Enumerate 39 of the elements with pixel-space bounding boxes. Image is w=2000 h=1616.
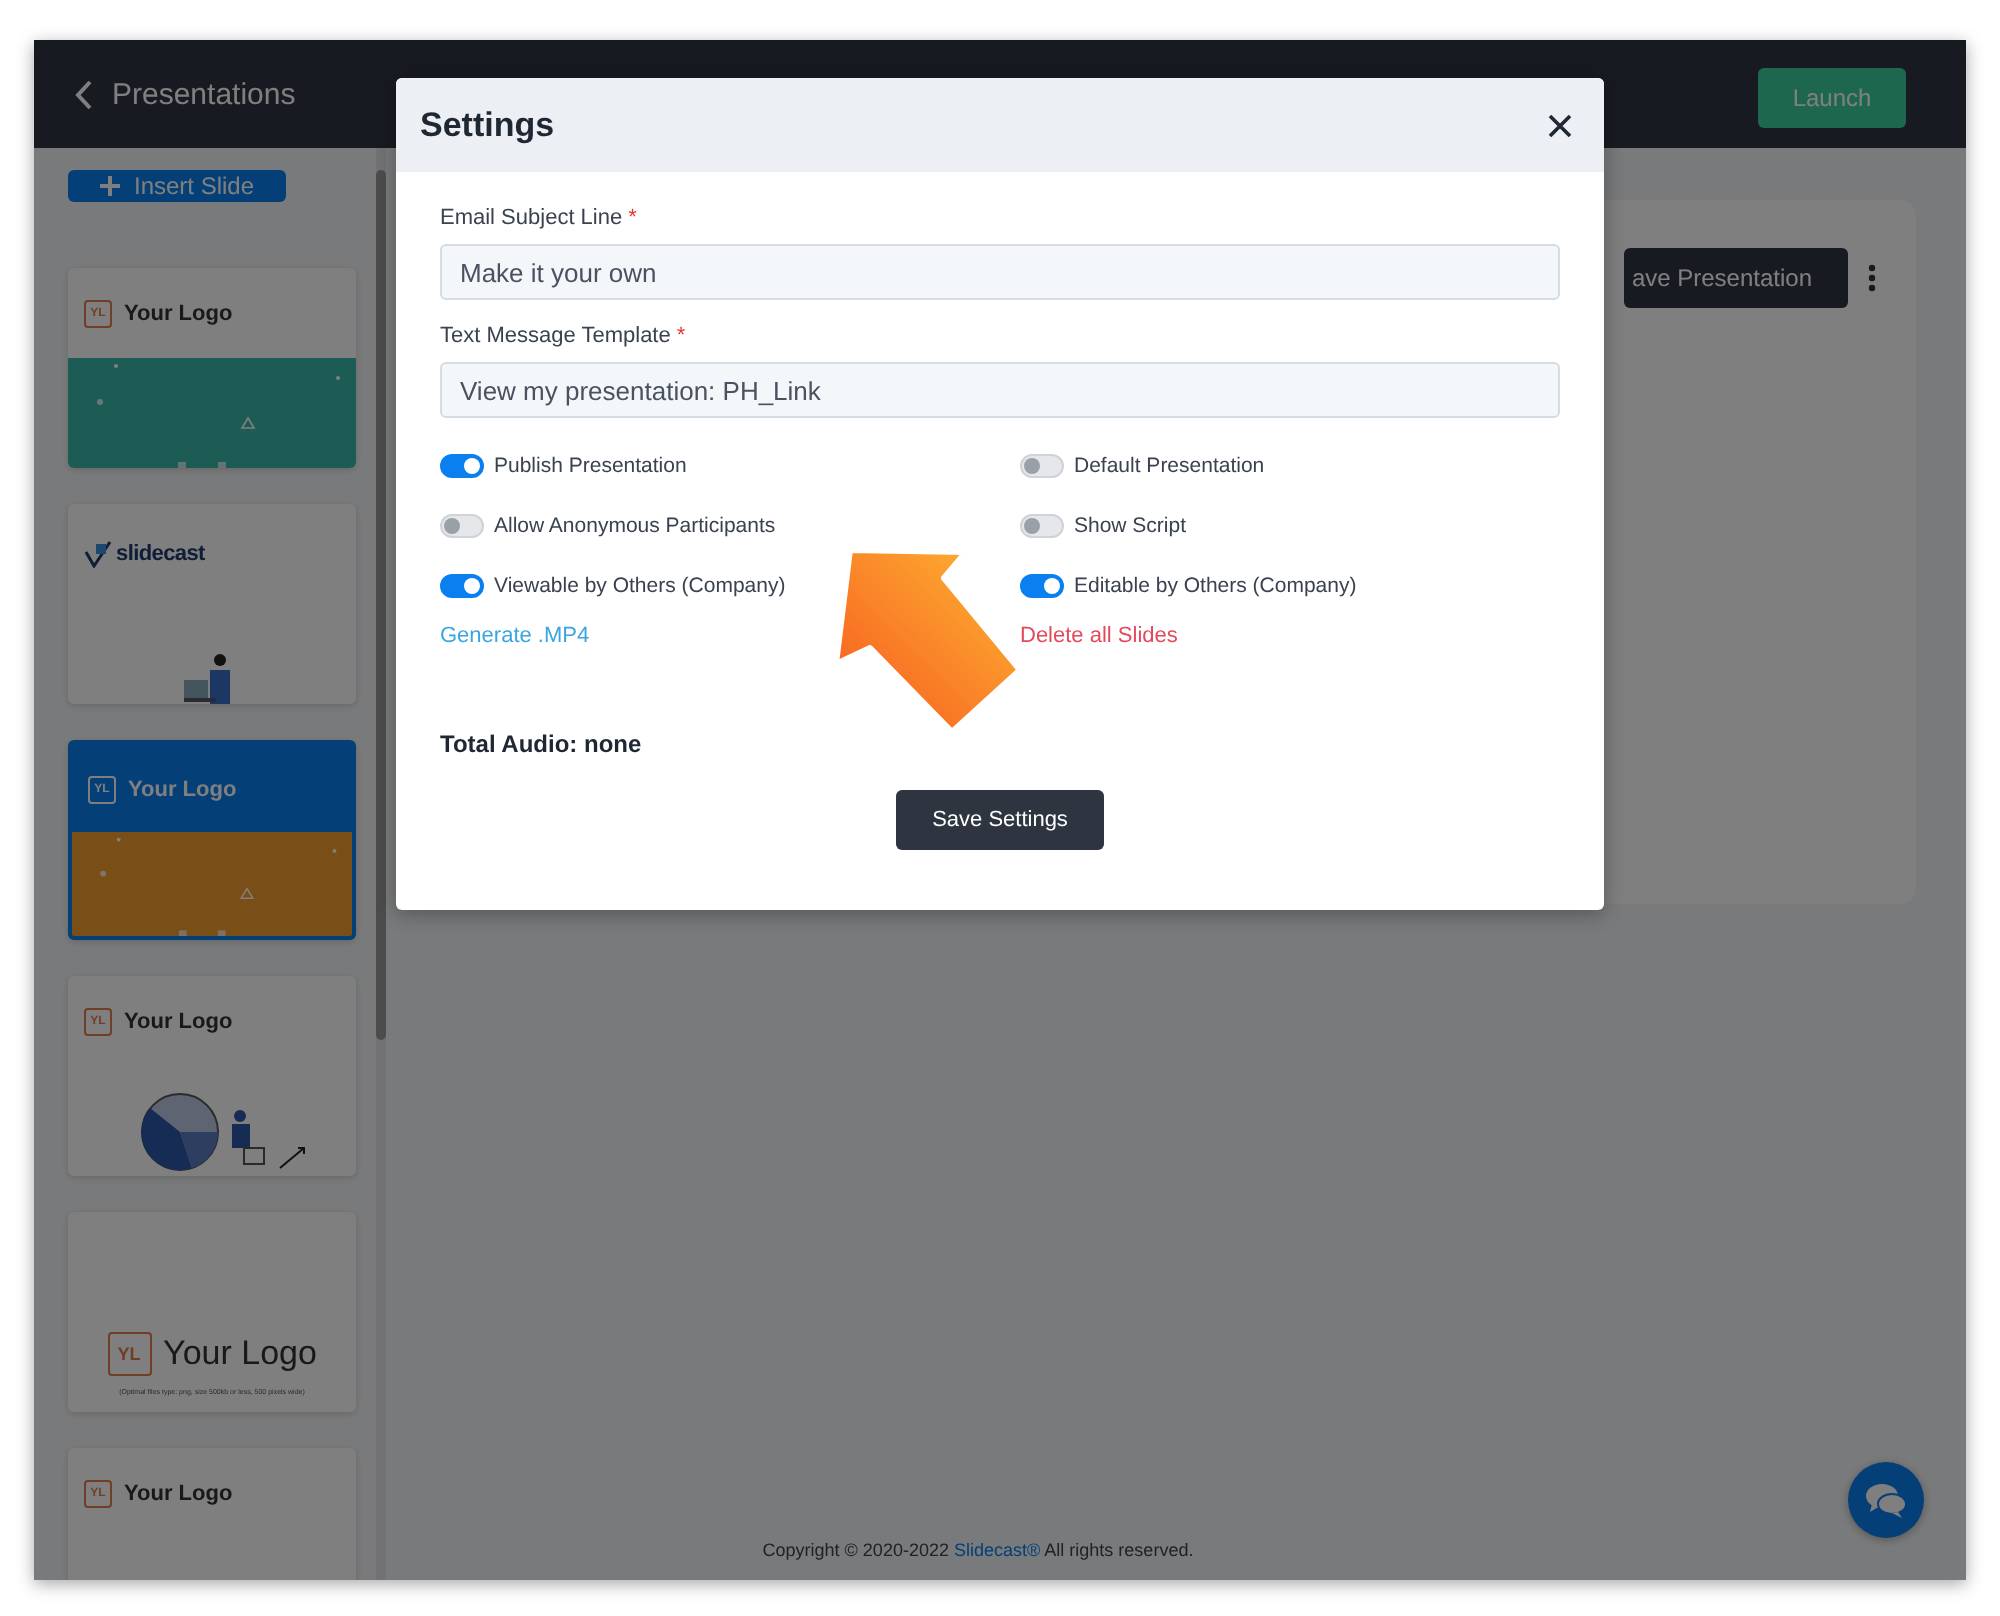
logo-icon	[84, 540, 112, 568]
toggle-label: Allow Anonymous Participants	[494, 514, 776, 538]
chat-button[interactable]	[1848, 1462, 1924, 1538]
delete-link[interactable]: Delete all Slides	[1020, 624, 1178, 648]
logo-text: Your Logo	[124, 1482, 233, 1506]
insert-slide-button[interactable]: Insert Slide	[68, 170, 286, 202]
toggle-label: Viewable by Others (Company)	[494, 574, 786, 598]
save-presentation-button[interactable]: ave Presentation	[1623, 248, 1848, 308]
logo-text: Your Logo	[124, 1010, 233, 1034]
scrollbar[interactable]	[376, 148, 386, 1580]
toggle-label: Default Presentation	[1074, 454, 1265, 478]
logo-text: Your Logo	[163, 1334, 317, 1374]
dialog-title: Settings	[420, 105, 555, 145]
toggle-label: Editable by Others (Company)	[1074, 574, 1357, 598]
slide-thumbnail[interactable]: slidecast	[68, 504, 356, 704]
chevron-left-icon	[74, 79, 92, 109]
field-label: Text Message Template *	[440, 324, 688, 348]
total-audio-text: Total Audio: none	[440, 730, 644, 758]
field-label: Email Subject Line *	[440, 206, 639, 230]
close-icon[interactable]	[1544, 109, 1576, 141]
chat-icon	[1864, 1482, 1908, 1518]
input-field[interactable]: View my presentation: PH_Link	[440, 362, 1560, 418]
toggle-switch[interactable]	[1020, 574, 1064, 598]
back-link[interactable]: Presentations	[74, 77, 296, 111]
toggle-label: Show Script	[1074, 514, 1187, 538]
copyright-text: Copyright © 2020-2022 Slidecast® All rights reserved.	[760, 1540, 1196, 1564]
toggle-switch[interactable]	[440, 574, 484, 598]
plus-icon	[99, 176, 120, 196]
logo-text: Your Logo	[128, 778, 237, 802]
logo-text: Your Logo	[124, 302, 233, 326]
logo-mark: YL	[107, 1332, 152, 1376]
more-icon[interactable]	[1868, 264, 1876, 292]
logo-text: slidecast	[116, 542, 205, 566]
slidecast-link[interactable]: Slidecast®	[954, 1540, 1041, 1560]
generate-link[interactable]: Generate .MP4	[440, 624, 590, 648]
toggle-switch[interactable]	[440, 454, 484, 478]
input-field[interactable]: Make it your own	[440, 244, 1560, 300]
toggle-label: Publish Presentation	[494, 454, 687, 478]
save-settings-button[interactable]: Save Settings	[896, 790, 1104, 850]
